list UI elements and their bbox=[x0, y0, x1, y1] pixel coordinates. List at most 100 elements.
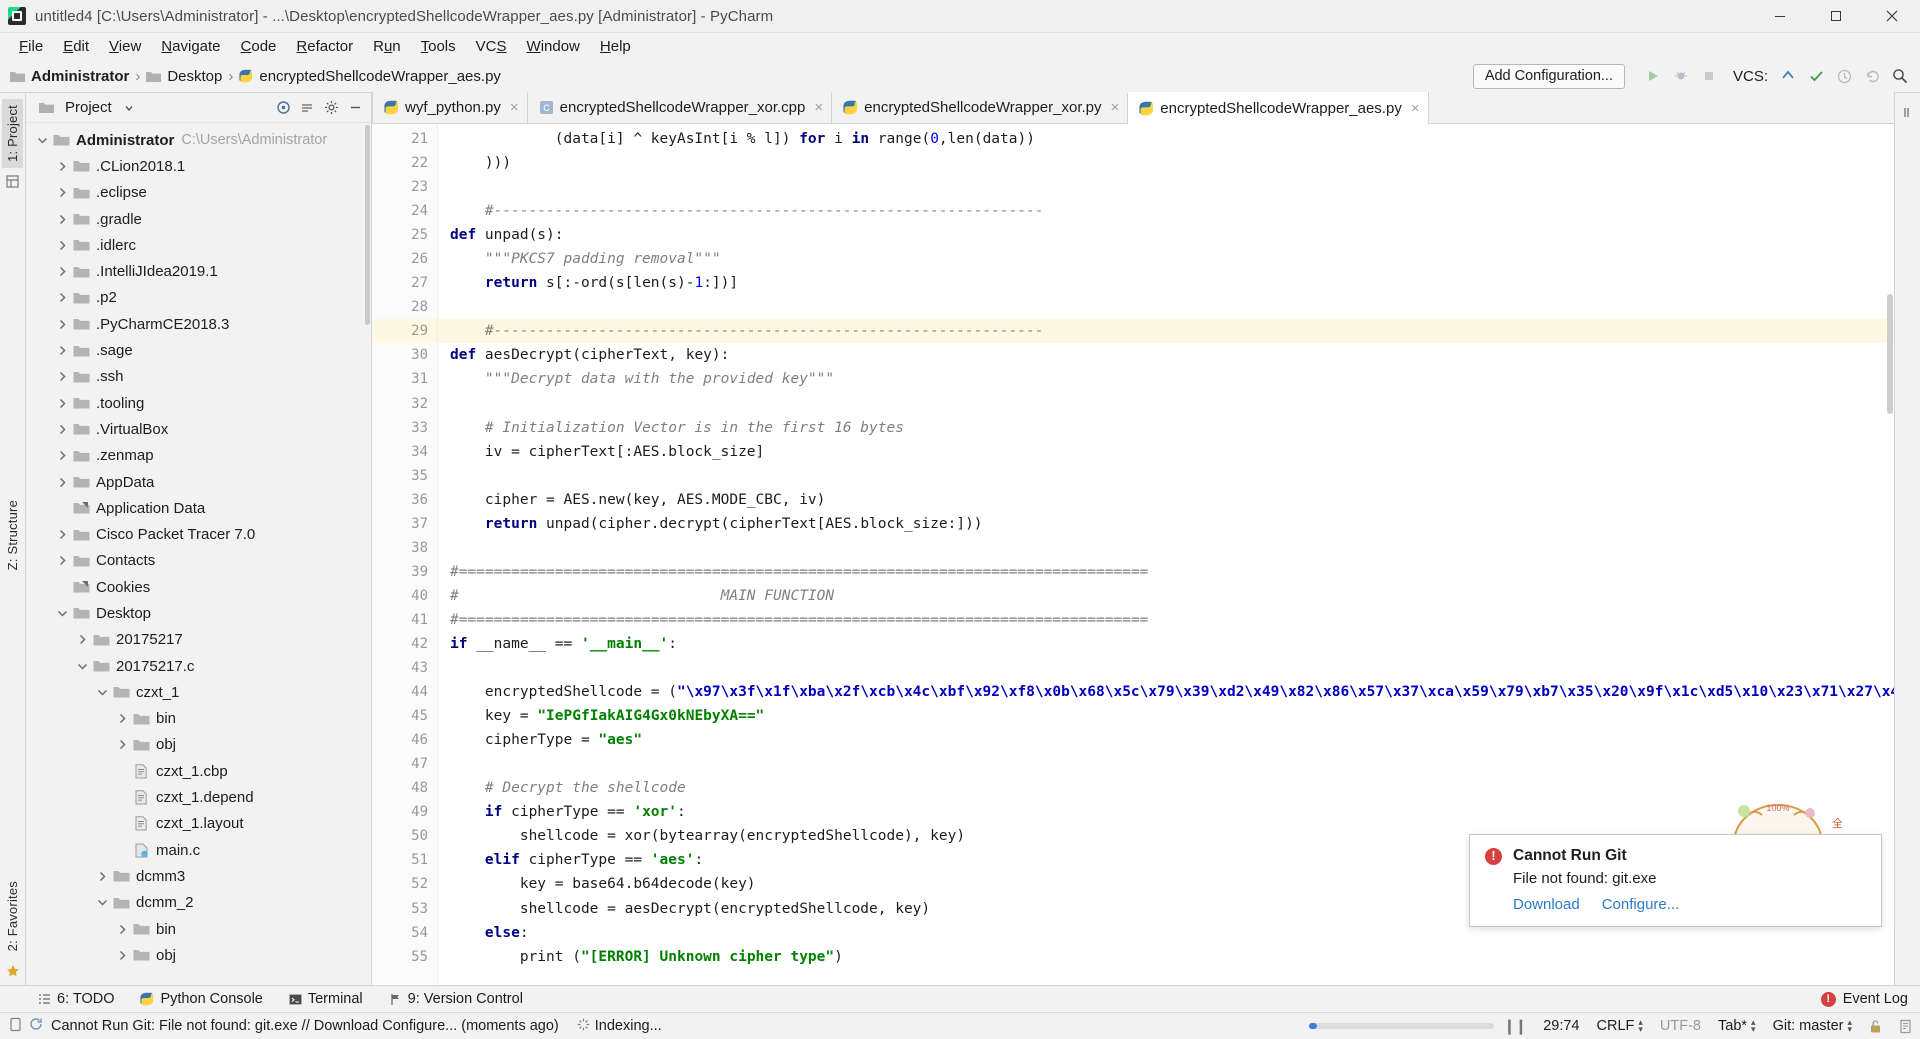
status-message[interactable]: Cannot Run Git: File not found: git.exe … bbox=[51, 1018, 559, 1034]
code-line[interactable]: def unpad(s): bbox=[438, 223, 1894, 247]
editor-tab[interactable]: CencryptedShellcodeWrapper_xor.cpp × bbox=[526, 92, 832, 123]
line-number[interactable]: 55 bbox=[372, 945, 437, 969]
tree-item[interactable]: dcmm3 bbox=[26, 863, 371, 889]
chevron-right-icon[interactable] bbox=[54, 292, 71, 303]
chevron-right-icon[interactable] bbox=[54, 398, 71, 409]
code-line[interactable]: return s[:-ord(s[len(s)-1:])] bbox=[438, 271, 1894, 295]
tree-item[interactable]: 20175217.c bbox=[26, 653, 371, 679]
vcs-commit-icon[interactable] bbox=[1802, 63, 1830, 89]
tree-item[interactable]: .CLion2018.1 bbox=[26, 153, 371, 179]
menu-code[interactable]: Code bbox=[231, 35, 287, 59]
tool-window-python-console[interactable]: Python Console bbox=[140, 991, 263, 1007]
tree-item[interactable]: czxt_1.layout bbox=[26, 811, 371, 837]
tree-item[interactable]: .sage bbox=[26, 337, 371, 363]
line-number[interactable]: 47 bbox=[372, 752, 437, 776]
rail-tab-project[interactable]: 1: Project bbox=[2, 99, 23, 168]
add-configuration-button[interactable]: Add Configuration... bbox=[1472, 63, 1625, 89]
line-number[interactable]: 31 bbox=[372, 367, 437, 391]
chevron-down-icon[interactable] bbox=[34, 136, 51, 145]
line-number[interactable]: 23 bbox=[372, 175, 437, 199]
code-line[interactable]: #=======================================… bbox=[438, 560, 1894, 584]
tree-item[interactable]: obj bbox=[26, 942, 371, 968]
line-number[interactable]: 52 bbox=[372, 872, 437, 896]
tree-item[interactable]: Application Data bbox=[26, 495, 371, 521]
menu-file[interactable]: File bbox=[9, 35, 53, 59]
code-line[interactable]: return unpad(cipher.decrypt(cipherText[A… bbox=[438, 512, 1894, 536]
menu-view[interactable]: View bbox=[99, 35, 151, 59]
line-number[interactable]: 27 bbox=[372, 271, 449, 295]
menu-run[interactable]: Run bbox=[363, 35, 411, 59]
caret-position[interactable]: 29:74 bbox=[1543, 1018, 1579, 1034]
line-number[interactable]: 21 bbox=[372, 127, 437, 151]
line-number[interactable]: 32 bbox=[372, 392, 437, 416]
code-line[interactable]: #---------------------------------------… bbox=[438, 199, 1894, 223]
tree-item[interactable]: .VirtualBox bbox=[26, 416, 371, 442]
chevron-right-icon[interactable] bbox=[54, 187, 71, 198]
chevron-right-icon[interactable] bbox=[54, 555, 71, 566]
chevron-right-icon[interactable] bbox=[54, 529, 71, 540]
hide-panel-icon[interactable] bbox=[343, 96, 367, 120]
line-number[interactable]: 34 bbox=[372, 440, 437, 464]
menu-refactor[interactable]: Refactor bbox=[286, 35, 363, 59]
menu-vcs[interactable]: VCS bbox=[466, 35, 517, 59]
chevron-right-icon[interactable] bbox=[54, 345, 71, 356]
rail-tab-structure[interactable]: Z: Structure bbox=[2, 494, 23, 576]
code-line[interactable] bbox=[438, 536, 1894, 560]
tree-item[interactable]: bin bbox=[26, 916, 371, 942]
chevron-right-icon[interactable] bbox=[54, 424, 71, 435]
tree-item[interactable]: .ssh bbox=[26, 364, 371, 390]
menu-edit[interactable]: Edit bbox=[53, 35, 99, 59]
chevron-down-icon[interactable] bbox=[117, 96, 141, 120]
line-number[interactable]: 33 bbox=[372, 416, 437, 440]
chevron-right-icon[interactable] bbox=[114, 739, 131, 750]
code-line[interactable]: print ("[ERROR] Unknown cipher type") bbox=[438, 945, 1894, 969]
tree-item[interactable]: Administrator C:\Users\Administrator bbox=[26, 127, 371, 153]
tree-item[interactable]: bin bbox=[26, 706, 371, 732]
code-line[interactable] bbox=[438, 392, 1894, 416]
code-line[interactable]: """PKCS7 padding removal""" bbox=[438, 247, 1894, 271]
code-line[interactable]: cipher = AES.new(key, AES.MODE_CBC, iv) bbox=[438, 488, 1894, 512]
chevron-right-icon[interactable] bbox=[54, 371, 71, 382]
code-line[interactable] bbox=[438, 464, 1894, 488]
indent-selector[interactable]: Tab* ▴ ▾ bbox=[1718, 1017, 1756, 1035]
vcs-update-icon[interactable] bbox=[1774, 63, 1802, 89]
line-number[interactable]: 26 bbox=[372, 247, 437, 271]
chevron-down-icon[interactable] bbox=[74, 662, 91, 671]
code-line[interactable] bbox=[438, 656, 1894, 680]
tool-window-version-control[interactable]: 9: Version Control bbox=[389, 991, 523, 1007]
project-tree[interactable]: Administrator C:\Users\Administrator .CLio… bbox=[26, 123, 371, 985]
code-line[interactable] bbox=[438, 175, 1894, 199]
tree-item[interactable]: main.c bbox=[26, 837, 371, 863]
memory-indicator-icon[interactable] bbox=[9, 1017, 22, 1036]
chevron-right-icon[interactable] bbox=[54, 319, 71, 330]
code-line[interactable]: key = "IePGfIakAIG4Gx0kNEbyXA==" bbox=[438, 704, 1894, 728]
code-line[interactable]: #---------------------------------------… bbox=[438, 319, 1894, 344]
breadcrumb-administrator[interactable]: Administrator bbox=[31, 68, 129, 85]
tree-item[interactable]: .gradle bbox=[26, 206, 371, 232]
close-tab-icon[interactable]: × bbox=[1111, 100, 1120, 115]
code-line[interactable]: if __name__ == '__main__': bbox=[438, 632, 1894, 656]
line-number[interactable]: 44 bbox=[372, 680, 437, 704]
line-number[interactable]: 22 bbox=[372, 151, 449, 175]
chevron-right-icon[interactable] bbox=[114, 950, 131, 961]
code-line[interactable] bbox=[438, 295, 1894, 319]
tree-item[interactable]: .zenmap bbox=[26, 443, 371, 469]
run-icon[interactable] bbox=[1639, 63, 1667, 89]
tree-item[interactable]: .eclipse bbox=[26, 180, 371, 206]
chevron-right-icon[interactable] bbox=[54, 266, 71, 277]
code-line[interactable]: def aesDecrypt(cipherText, key): bbox=[438, 343, 1894, 367]
line-separator-selector[interactable]: CRLF ▴ ▾ bbox=[1597, 1017, 1643, 1035]
tool-window-terminal[interactable]: Terminal bbox=[289, 991, 363, 1007]
line-number-gutter[interactable]: 21 22 23 24 25 26 27 28 29 30 31 32 33 34 35 36 37 38 39 40… bbox=[372, 124, 449, 985]
code-line[interactable]: ))) bbox=[438, 151, 1894, 175]
chevron-down-icon[interactable] bbox=[54, 609, 71, 618]
tree-item[interactable]: .IntelliJIdea2019.1 bbox=[26, 258, 371, 284]
code-line[interactable]: """Decrypt data with the provided key""" bbox=[438, 367, 1894, 391]
editor-tab[interactable]: encryptedShellcodeWrapper_xor.py × bbox=[831, 92, 1128, 123]
line-number[interactable]: 25 bbox=[372, 223, 449, 247]
code-line[interactable] bbox=[438, 752, 1894, 776]
rail-tab-favorites[interactable]: 2: Favorites bbox=[2, 875, 23, 957]
line-number[interactable]: 42 bbox=[372, 632, 449, 656]
git-branch-selector[interactable]: Git: master ▴ ▾ bbox=[1773, 1017, 1852, 1035]
tree-item[interactable]: czxt_1.depend bbox=[26, 784, 371, 810]
